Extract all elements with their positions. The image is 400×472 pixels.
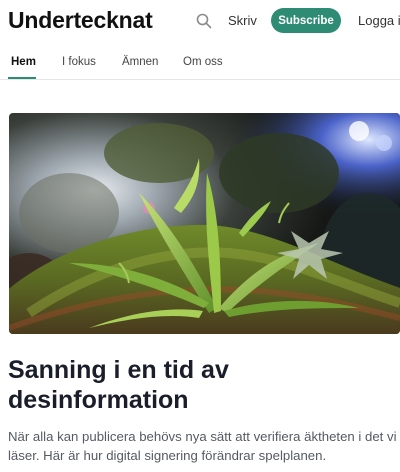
active-tab-indicator [8, 77, 36, 79]
tab-in-focus[interactable]: I fokus [62, 56, 96, 68]
login-link[interactable]: Logga in [358, 13, 400, 28]
hero-photo-illustration [9, 113, 400, 334]
tab-topics[interactable]: Ämnen [122, 56, 158, 68]
tab-home[interactable]: Hem [11, 56, 36, 68]
site-title[interactable]: Undertecknat [8, 7, 153, 34]
top-bar: Undertecknat Skriv Subscribe Logga in [0, 0, 400, 44]
article-summary: När alla kan publicera behövs nya sätt a… [8, 429, 397, 463]
search-icon [196, 13, 212, 29]
tab-about[interactable]: Om oss [183, 56, 223, 68]
write-link[interactable]: Skriv [228, 13, 257, 28]
subscribe-button[interactable]: Subscribe [271, 8, 341, 33]
search-button[interactable] [195, 12, 213, 30]
hero-image[interactable] [9, 113, 400, 334]
article-title[interactable]: Sanning i en tid av desinformation [8, 355, 393, 415]
nav-tabs: Hem I fokus Ämnen Om oss [0, 44, 400, 80]
